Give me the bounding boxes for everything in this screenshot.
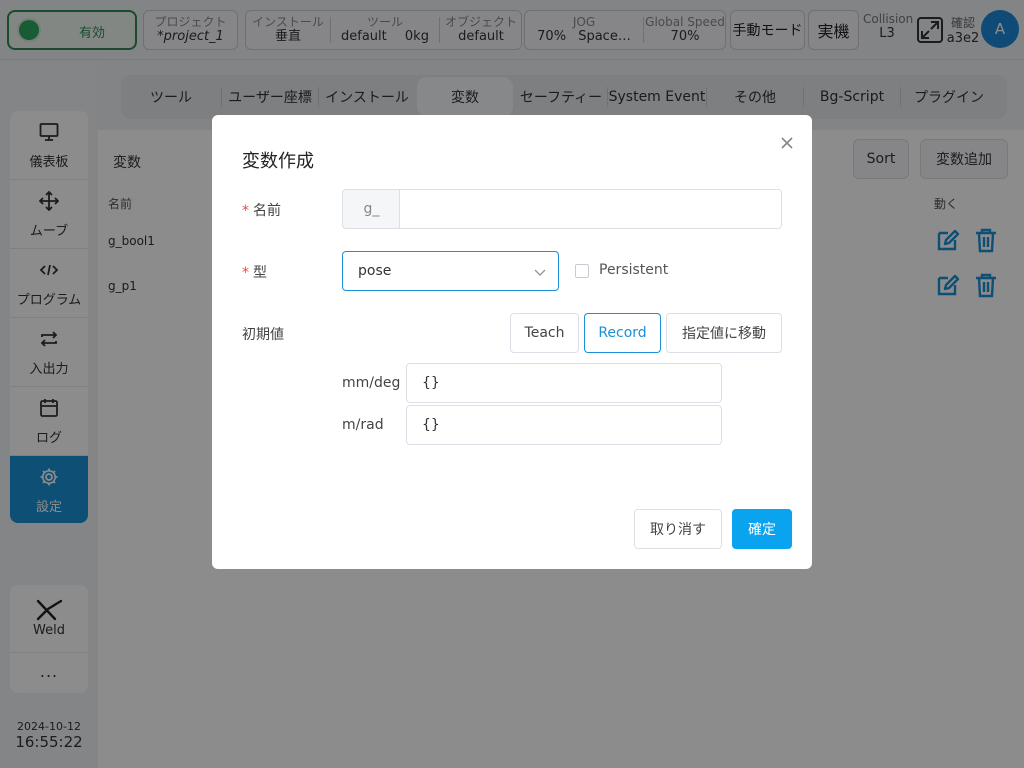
move-to-value-button[interactable]: 指定値に移動 (666, 313, 782, 353)
close-icon[interactable] (779, 135, 795, 151)
cancel-button[interactable]: 取り消す (634, 509, 722, 549)
mrad-input[interactable] (406, 405, 722, 445)
name-prefix: g_ (342, 189, 400, 229)
mrad-label: m/rad (342, 417, 384, 433)
mmdeg-input[interactable] (406, 363, 722, 403)
teach-button[interactable]: Teach (510, 313, 579, 353)
record-button[interactable]: Record (584, 313, 661, 353)
confirm-button[interactable]: 確定 (732, 509, 792, 549)
chevron-down-icon (534, 269, 546, 276)
type-select[interactable]: pose (342, 251, 559, 291)
create-variable-dialog: 変数作成 * 名前 g_ * 型 pose Persistent 初期値 Teach… (212, 115, 812, 569)
name-field-label: * 名前 (242, 203, 281, 219)
required-mark: * (242, 203, 249, 219)
type-field-label: * 型 (242, 265, 267, 281)
initial-value-label: 初期値 (242, 327, 284, 343)
mmdeg-label: mm/deg (342, 375, 401, 391)
dialog-title: 変数作成 (242, 151, 314, 172)
persistent-label: Persistent (599, 262, 669, 278)
type-select-value: pose (358, 263, 392, 279)
required-mark: * (242, 265, 249, 281)
name-input[interactable] (399, 189, 782, 229)
persistent-checkbox[interactable] (575, 264, 589, 278)
